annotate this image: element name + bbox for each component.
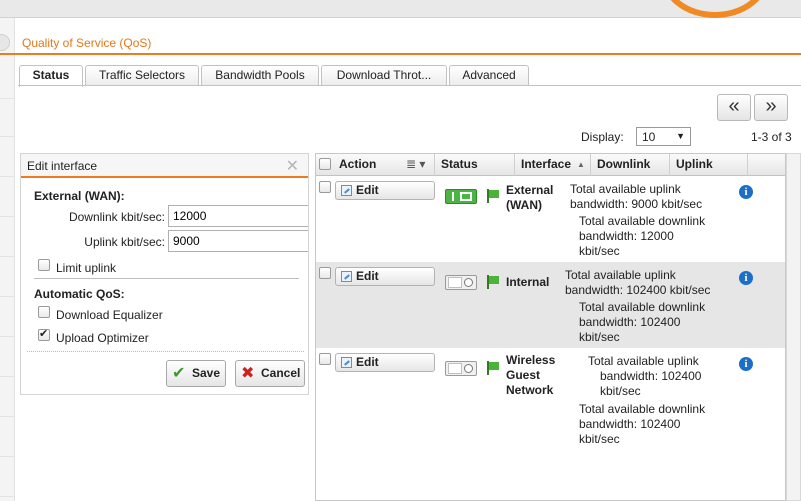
edit-icon <box>341 271 352 282</box>
cross-icon: ✖ <box>241 365 255 382</box>
edit-panel-title: Edit interface <box>27 159 98 173</box>
display-select[interactable]: 10 ▼ <box>636 127 691 146</box>
column-header-interface-label: Interface <box>521 157 572 171</box>
column-header-action-label: Action <box>339 157 377 171</box>
save-button-label: Save <box>192 366 221 380</box>
download-equalizer-checkbox[interactable] <box>38 306 50 318</box>
edit-row-button-label: Edit <box>356 183 379 197</box>
display-select-value: 10 <box>642 130 656 144</box>
select-all-checkbox[interactable] <box>319 158 331 170</box>
column-menu-icon[interactable]: ≣ ▾ <box>406 154 425 175</box>
grid-scrollbar[interactable] <box>786 153 801 501</box>
downlink-label: Downlink kbit/sec: <box>68 210 165 224</box>
interfaces-grid: Action ≣ ▾ Status Interface ▲ Downlink U… <box>315 153 786 501</box>
limit-uplink-checkbox[interactable] <box>38 259 50 271</box>
next-page-button[interactable]: » <box>754 94 788 121</box>
page-title: Quality of Service (QoS) <box>22 36 152 50</box>
table-row: Edit External (WAN) Total available upli… <box>316 176 785 262</box>
title-bar: Quality of Service (QoS) <box>0 31 801 55</box>
downlink-info: Total available downlink bandwidth: 1200… <box>579 214 706 258</box>
uplink-info: Total available uplink bandwidth: 9000 k… <box>570 182 703 211</box>
info-icon[interactable]: i <box>739 185 753 199</box>
prev-page-button[interactable]: « <box>717 94 751 121</box>
info-icon[interactable]: i <box>739 357 753 371</box>
tab-bandwidth-pools[interactable]: Bandwidth Pools <box>201 65 319 86</box>
tab-download-throttling[interactable]: Download Throt... <box>321 65 447 86</box>
tab-traffic-selectors[interactable]: Traffic Selectors <box>85 65 199 86</box>
interface-section-title: External (WAN): <box>34 189 125 203</box>
edit-row-button[interactable]: Edit <box>335 267 435 286</box>
sort-ascending-icon: ▲ <box>577 160 585 169</box>
interface-name: Internal <box>506 275 550 289</box>
downlink-info: Total available downlink bandwidth: 1024… <box>579 300 706 344</box>
info-icon[interactable]: i <box>739 271 753 285</box>
download-equalizer-label: Download Equalizer <box>56 308 163 322</box>
limit-uplink-label: Limit uplink <box>56 261 117 275</box>
edit-icon <box>341 357 352 368</box>
tab-advanced[interactable]: Advanced <box>449 65 529 86</box>
row-checkbox[interactable] <box>319 353 331 365</box>
downlink-info: Total available downlink bandwidth: 1024… <box>579 402 706 446</box>
section-divider <box>34 278 299 279</box>
edit-row-button-label: Edit <box>356 355 379 369</box>
edit-row-button-label: Edit <box>356 269 379 283</box>
edit-row-button[interactable]: Edit <box>335 353 435 372</box>
column-header-status[interactable]: Status <box>435 154 515 176</box>
uplink-info: Total available uplink bandwidth: 102400… <box>588 354 702 398</box>
grid-header: Action ≣ ▾ Status Interface ▲ Downlink U… <box>316 154 785 176</box>
flag-icon <box>486 275 500 289</box>
display-label: Display: <box>581 130 624 144</box>
column-header-downlink[interactable]: Downlink <box>591 154 670 176</box>
uplink-info: Total available uplink bandwidth: 102400… <box>565 268 711 297</box>
column-header-interface[interactable]: Interface ▲ <box>515 154 591 176</box>
interface-name: Wireless Guest Network <box>506 353 556 397</box>
tab-status[interactable]: Status <box>19 65 83 87</box>
flag-icon <box>486 361 500 375</box>
close-icon[interactable]: ✕ <box>286 156 299 176</box>
interface-name: External (WAN) <box>506 183 554 212</box>
status-toggle[interactable] <box>445 275 477 290</box>
cancel-button-label: Cancel <box>261 366 301 380</box>
upload-optimizer-label: Upload Optimizer <box>56 331 149 345</box>
flag-icon <box>486 189 500 203</box>
downlink-input[interactable] <box>168 205 308 227</box>
status-toggle[interactable] <box>445 189 477 204</box>
cancel-button[interactable]: ✖ Cancel <box>235 360 305 387</box>
table-row: Edit Internal Total available uplink ban… <box>316 262 785 348</box>
upload-optimizer-checkbox[interactable] <box>38 327 50 341</box>
column-header-action[interactable]: Action ≣ ▾ <box>333 154 435 176</box>
table-row: Edit Wireless Guest Network Total availa… <box>316 348 785 448</box>
status-toggle[interactable] <box>445 361 477 376</box>
tabs-divider <box>18 85 801 86</box>
edit-interface-panel: Edit interface ✕ External (WAN): Downlin… <box>20 153 309 395</box>
column-header-uplink[interactable]: Uplink <box>670 154 748 176</box>
uplink-input[interactable] <box>168 230 308 252</box>
row-checkbox[interactable] <box>319 267 331 279</box>
edit-row-button[interactable]: Edit <box>335 181 435 200</box>
button-separator <box>27 351 304 352</box>
page-count: 1-3 of 3 <box>751 130 792 144</box>
check-icon: ✔ <box>172 365 186 382</box>
uplink-label: Uplink kbit/sec: <box>84 235 165 249</box>
save-button[interactable]: ✔ Save <box>166 360 226 387</box>
edit-panel-header: Edit interface ✕ <box>21 154 308 178</box>
auto-qos-section-title: Automatic QoS: <box>34 287 125 301</box>
edit-icon <box>341 185 352 196</box>
row-checkbox[interactable] <box>319 181 331 193</box>
title-bullet-icon <box>0 34 10 51</box>
dropdown-arrow-icon: ▼ <box>676 131 685 141</box>
left-gutter <box>0 18 15 501</box>
